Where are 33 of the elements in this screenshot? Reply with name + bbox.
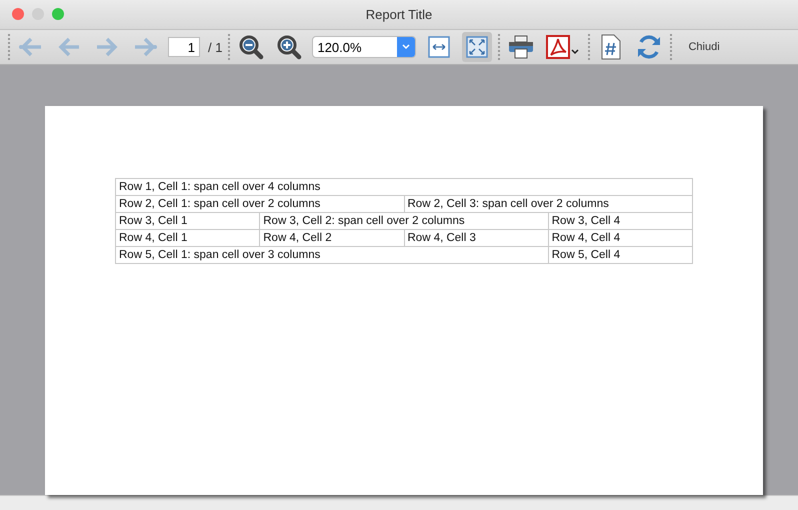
table-cell: Row 3, Cell 1 (116, 212, 260, 230)
close-button[interactable]: Chiudi (678, 35, 730, 59)
window-title: Report Title (366, 7, 432, 22)
table-cell: Row 3, Cell 2: span cell over 2 columns (260, 212, 548, 230)
table-cell: Row 4, Cell 3 (404, 230, 548, 246)
zoom-in-icon (276, 34, 302, 60)
printer-icon (508, 35, 534, 59)
hash-document-icon (601, 34, 622, 60)
table-cell: Row 1, Cell 1: span cell over 4 columns (116, 178, 692, 196)
page-total: / 1 (208, 40, 222, 54)
table-cell: Row 5, Cell 1: span cell over 3 columns (116, 246, 548, 264)
first-page-icon (19, 37, 43, 57)
fit-page-button[interactable] (462, 32, 492, 62)
table-cell: Row 3, Cell 4 (548, 212, 692, 230)
pdf-icon (546, 35, 580, 59)
table-cell: Row 4, Cell 4 (548, 230, 692, 246)
fit-width-icon (428, 36, 450, 58)
close-window-button[interactable] (12, 8, 24, 20)
caret-icon (402, 44, 410, 50)
refresh-icon (636, 34, 662, 60)
next-arrow-icon (96, 37, 118, 57)
table-cell: Row 2, Cell 1: span cell over 2 columns (116, 196, 404, 212)
zoom-out-icon (238, 34, 264, 60)
last-page-icon (133, 37, 157, 57)
zoom-window-button[interactable] (52, 8, 64, 20)
table-cell: Row 4, Cell 1 (116, 230, 260, 246)
fit-page-icon (466, 36, 488, 58)
table-cell: Row 5, Cell 4 (548, 246, 692, 264)
zoom-dropdown[interactable]: 120.0% (312, 36, 416, 58)
table-cell: Row 4, Cell 2 (260, 230, 404, 246)
page-number-field[interactable]: 1 (168, 37, 200, 57)
table-cell: Row 2, Cell 3: span cell over 2 columns (404, 196, 692, 212)
previous-arrow-icon (58, 37, 80, 57)
